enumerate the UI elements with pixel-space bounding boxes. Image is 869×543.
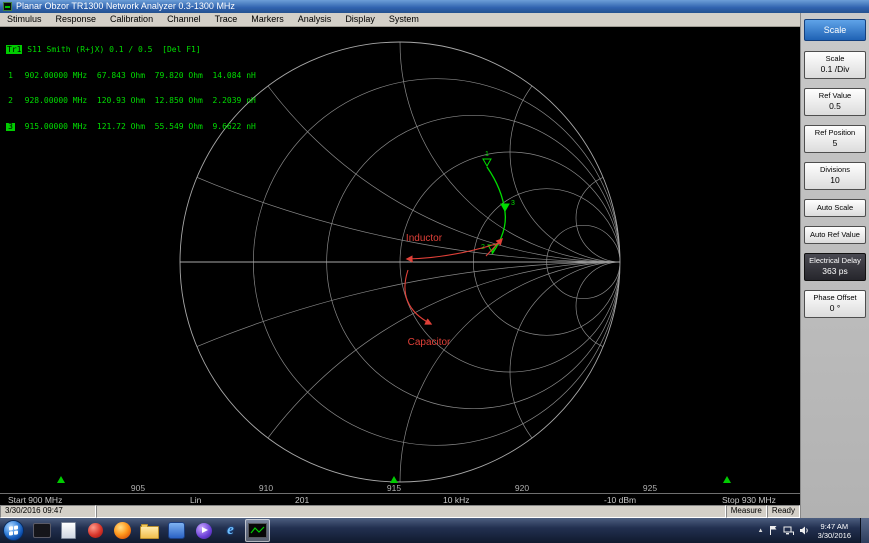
show-desktop-button[interactable] [860,518,869,543]
inductor-label: Inductor [406,233,443,244]
taskbar-icon-internet-explorer[interactable]: e [218,519,243,542]
volume-icon[interactable] [799,525,809,536]
status-spacer [96,505,726,518]
trace-name-badge: Tr1 [6,45,22,54]
internet-explorer-icon: e [227,523,234,538]
capacitor-label: Capacitor [408,337,451,348]
start-button[interactable] [3,520,24,541]
network-icon[interactable] [783,525,794,536]
trace-readout: Tr1 S11 Smith (R+jX) 0.1 / 0.5 [Del F1] … [6,29,256,148]
axis-tick-925: 925 [643,483,657,493]
blue-app-icon [168,522,185,539]
clock-date: 3/30/2016 [818,531,851,540]
freq-marker-928[interactable] [723,476,731,483]
clock-time: 9:47 AM [818,522,851,531]
annotation-arrows [405,239,502,324]
folder-icon [140,526,159,539]
windows-logo-icon [9,525,18,535]
document-icon [61,522,76,539]
terminal-icon [33,523,51,538]
application-window: Planar Obzor TR1300 Network Analyzer 0.3… [0,0,869,543]
tray-expand-icon[interactable]: ▲ [758,528,764,534]
trace-marker-3[interactable] [501,204,509,211]
menu-display[interactable]: Display [338,13,382,26]
softkey-electrical-delay[interactable]: Electrical Delay 363 ps [804,253,866,281]
softkey-auto-ref-value[interactable]: Auto Ref Value [804,226,866,244]
axis-tick-910: 910 [259,483,273,493]
softkey-divisions[interactable]: Divisions 10 [804,162,866,190]
menu-response[interactable]: Response [49,13,104,26]
windows-taskbar: e ▲ 9:47 AM 3/30/2016 [0,518,869,543]
trace-marker-1-label: 1 [485,151,489,158]
title-bar[interactable]: Planar Obzor TR1300 Network Analyzer 0.3… [0,0,869,13]
marker-readout-3: 3 915.00000 MHz 121.72 Ohm 55.549 Ohm 9.… [6,123,256,132]
marker-readout-1: 1 902.00000 MHz 67.843 Ohm 79.820 Ohm 14… [6,72,256,81]
status-bar: 3/30/2016 09:47 Measure Ready [0,505,800,518]
taskbar-icon-document[interactable] [56,519,81,542]
smith-chart-area: 1 3 2 Inductor Capacitor Tr [0,27,800,505]
axis-tick-920: 920 [515,483,529,493]
stimulus-stop[interactable]: Stop 930 MHz [722,495,776,505]
stimulus-sweep-type[interactable]: Lin [190,495,201,505]
trace-markers: 1 3 2 [481,151,515,252]
status-measure: Measure [726,505,767,518]
softkey-ref-value[interactable]: Ref Value 0.5 [804,88,866,116]
taskbar-clock[interactable]: 9:47 AM 3/30/2016 [818,522,851,540]
taskbar-icon-terminal[interactable] [29,519,54,542]
trace-marker-1[interactable] [483,159,491,166]
action-center-flag-icon[interactable] [769,525,778,536]
app-icon [3,2,12,11]
taskbar-icon-media-red[interactable] [83,519,108,542]
softkey-phase-offset[interactable]: Phase Offset 0 ° [804,290,866,318]
menu-calibration[interactable]: Calibration [103,13,160,26]
softkey-panel-title: Scale [804,19,866,41]
analyzer-app-icon [248,523,267,538]
marker-readout-2: 2 928.00000 MHz 120.93 Ohm 12.850 Ohm 2.… [6,97,256,106]
s11-trace [487,167,505,254]
softkey-scale[interactable]: Scale 0.1 /Div [804,51,866,79]
inductor-arrow [407,243,499,259]
taskbar-icon-firefox[interactable] [110,519,135,542]
freq-marker-915[interactable] [390,476,398,483]
menu-stimulus[interactable]: Stimulus [0,13,49,26]
axis-tick-915: 915 [387,483,401,493]
window-title: Planar Obzor TR1300 Network Analyzer 0.3… [16,0,235,13]
axis-tick-905: 905 [131,483,145,493]
media-player-icon [196,523,212,539]
stimulus-power[interactable]: -10 dBm [604,495,636,505]
softkey-auto-scale[interactable]: Auto Scale [804,199,866,217]
menu-trace[interactable]: Trace [208,13,245,26]
softkey-ref-position[interactable]: Ref Position 5 [804,125,866,153]
taskbar-icon-explorer[interactable] [137,519,162,542]
trace-marker-3-label: 3 [511,200,515,207]
stimulus-if-bandwidth[interactable]: 10 kHz [443,495,469,505]
softkey-panel: Scale Scale 0.1 /Div Ref Value 0.5 Ref P… [800,13,869,518]
stimulus-points[interactable]: 201 [295,495,309,505]
status-datetime: 3/30/2016 09:47 [0,505,96,518]
frequency-axis-markers [57,476,731,483]
stimulus-start[interactable]: Start 900 MHz [8,495,62,505]
taskbar-icon-blue-app[interactable] [164,519,189,542]
freq-marker-902[interactable] [57,476,65,483]
trace-title-line: Tr1 S11 Smith (R+jX) 0.1 / 0.5 [Del F1] [6,46,256,55]
system-tray: ▲ 9:47 AM 3/30/2016 [758,518,869,543]
taskbar-icon-analyzer-active[interactable] [245,519,270,542]
menu-bar: Stimulus Response Calibration Channel Tr… [0,13,800,27]
menu-channel[interactable]: Channel [160,13,208,26]
taskbar-icon-media-player[interactable] [191,519,216,542]
menu-analysis[interactable]: Analysis [291,13,339,26]
red-app-icon [88,523,103,538]
menu-system[interactable]: System [382,13,426,26]
status-ready: Ready [767,505,800,518]
stimulus-bar-divider [0,493,800,494]
firefox-icon [114,522,131,539]
menu-markers[interactable]: Markers [244,13,291,26]
